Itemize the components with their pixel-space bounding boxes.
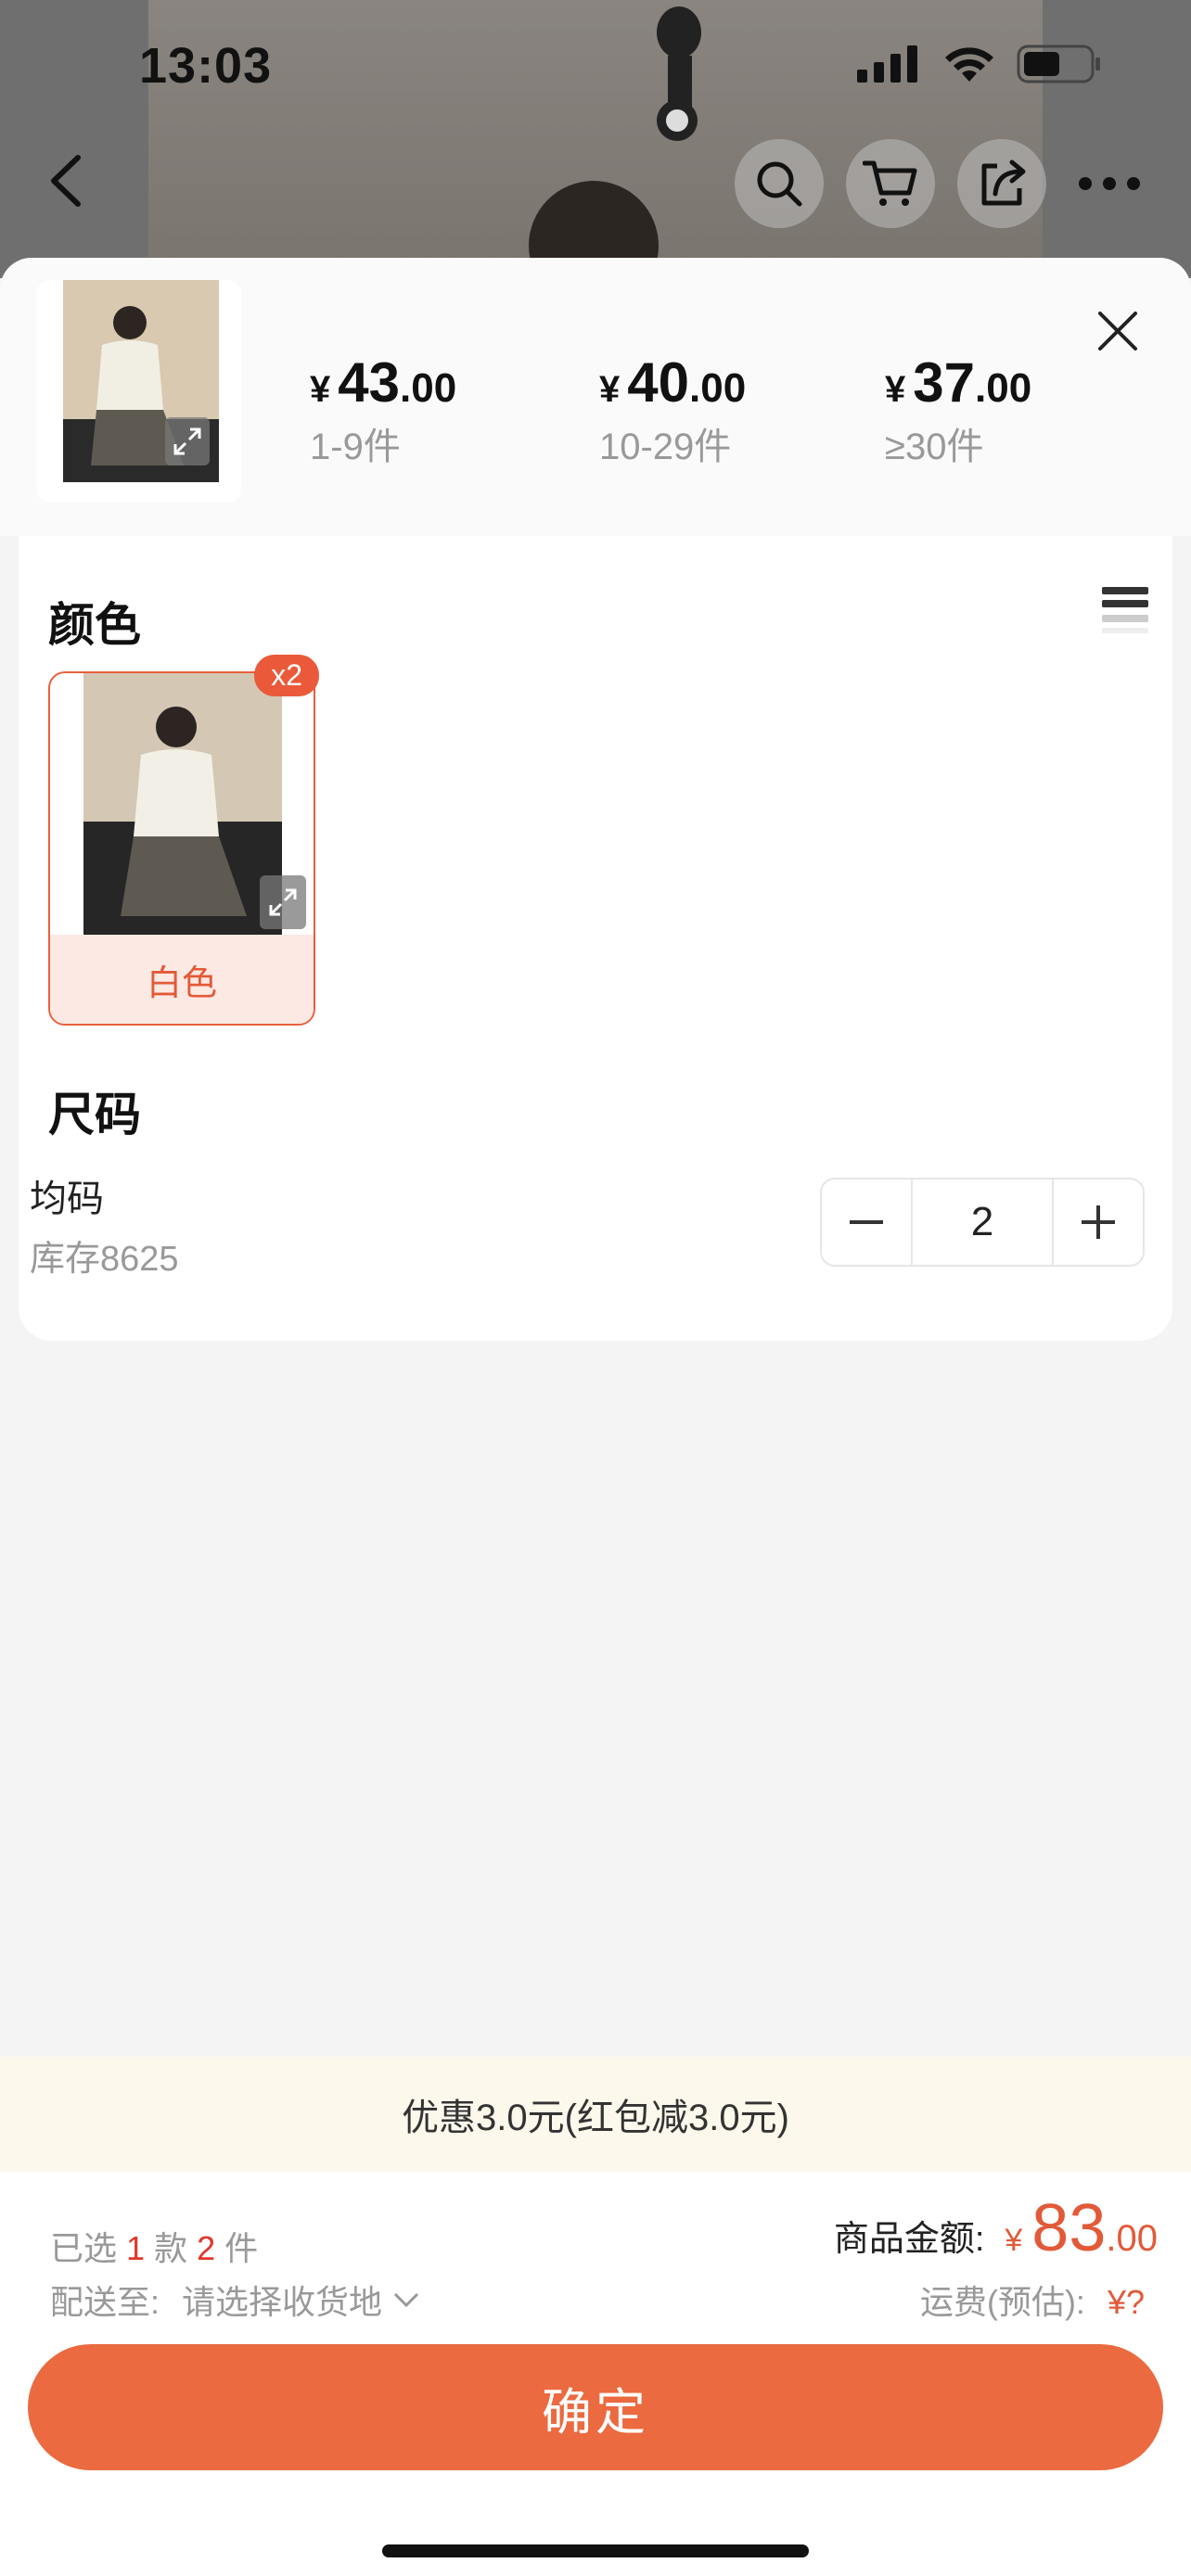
ship-label: 配送至:	[50, 2283, 160, 2321]
status-time: 13:03	[139, 38, 273, 94]
promo-banner: 优惠3.0元(红包减3.0元)	[0, 2057, 1191, 2172]
close-icon[interactable]	[1095, 308, 1141, 354]
amount-integer: 83	[1031, 2191, 1107, 2265]
battery-icon	[1017, 45, 1100, 83]
price-tier-range: 1-9件	[310, 427, 401, 467]
price-currency: ¥	[310, 369, 331, 410]
quantity-stepper: 2	[820, 1178, 1145, 1267]
expand-image-button[interactable]	[165, 417, 210, 465]
wifi-icon	[945, 47, 993, 82]
expand-image-button[interactable]	[260, 875, 306, 929]
color-option-label: 白色	[50, 935, 314, 1024]
home-indicator	[382, 2544, 809, 2557]
back-icon[interactable]	[41, 148, 93, 213]
freight-estimate: 运费(预估): ¥?	[920, 2276, 1145, 2324]
price-tier-1: ¥43.00 1-9件	[310, 351, 456, 470]
decrease-button[interactable]	[822, 1180, 911, 1265]
increase-button[interactable]	[1054, 1180, 1143, 1265]
size-option: 均码 库存8625	[30, 1168, 179, 1281]
minus-icon	[850, 1220, 883, 1224]
price-integer: 40	[627, 351, 689, 414]
freight-value: ¥?	[1107, 2283, 1145, 2321]
expand-icon	[173, 427, 201, 455]
size-option-name: 均码	[30, 1179, 104, 1219]
confirm-button[interactable]: 确定	[28, 2344, 1163, 2470]
selected-prefix: 已选	[50, 2229, 118, 2267]
order-summary-footer: 已选 1 款 2 件 配送至: 请选择收货地 商品金额: ¥ 83 .00 运费…	[0, 2172, 1191, 2576]
cart-icon	[863, 160, 917, 206]
count-unit: 件	[224, 2229, 259, 2267]
amount-currency: ¥	[1005, 2223, 1023, 2258]
quantity-input[interactable]: 2	[911, 1180, 1054, 1265]
freight-label: 运费(预估):	[919, 2283, 1085, 2321]
share-icon	[981, 159, 1026, 206]
selected-count: 2	[197, 2229, 216, 2267]
search-button[interactable]	[735, 139, 824, 228]
share-button[interactable]	[957, 139, 1046, 228]
list-view-icon[interactable]	[1102, 587, 1148, 635]
product-thumbnail[interactable]	[37, 280, 241, 503]
price-decimal: .00	[400, 365, 457, 411]
price-decimal: .00	[689, 365, 747, 411]
ship-to-selector[interactable]: 配送至: 请选择收货地	[50, 2276, 419, 2324]
plus-icon	[1082, 1205, 1115, 1239]
wall-clock-decoration	[657, 6, 701, 141]
price-decimal: .00	[975, 365, 1032, 411]
selected-count-badge: x2	[254, 655, 319, 696]
selected-kinds: 1	[126, 2229, 146, 2267]
price-value: ¥37.00	[885, 351, 1031, 414]
selected-summary: 已选 1 款 2 件	[50, 2222, 258, 2270]
price-tier-2: ¥40.00 10-29件	[599, 351, 746, 470]
price-integer: 37	[913, 351, 975, 414]
price-currency: ¥	[599, 369, 621, 410]
price-integer: 43	[338, 351, 400, 414]
price-value: ¥43.00	[310, 351, 456, 414]
color-option-white[interactable]: 白色 x2	[48, 655, 319, 1026]
goods-amount: 商品金额: ¥ 83 .00	[834, 2190, 1158, 2266]
chevron-down-icon	[393, 2292, 419, 2308]
size-option-stock: 库存8625	[30, 1240, 179, 1279]
kinds-unit: 款	[154, 2229, 188, 2267]
sheet-header: ¥43.00 1-9件 ¥40.00 10-29件 ¥37.00 ≥30件	[0, 258, 1191, 536]
amount-label: 商品金额:	[833, 2220, 985, 2259]
size-section-title: 尺码	[48, 1089, 141, 1141]
signal-icon	[857, 45, 917, 83]
more-icon[interactable]	[1076, 174, 1143, 193]
status-icons	[857, 45, 1102, 83]
expand-icon	[269, 888, 297, 916]
amount-decimal: .00	[1106, 2218, 1158, 2259]
color-option-image	[83, 673, 282, 935]
ship-value: 请选择收货地	[182, 2283, 383, 2321]
price-tier-3: ¥37.00 ≥30件	[885, 351, 1031, 470]
price-value: ¥40.00	[599, 351, 746, 414]
price-currency: ¥	[885, 369, 906, 410]
search-icon	[757, 161, 802, 207]
color-section-title: 颜色	[48, 599, 141, 651]
cart-button[interactable]	[846, 139, 935, 228]
price-tier-range: 10-29件	[599, 427, 732, 467]
price-tier-range: ≥30件	[885, 427, 984, 467]
